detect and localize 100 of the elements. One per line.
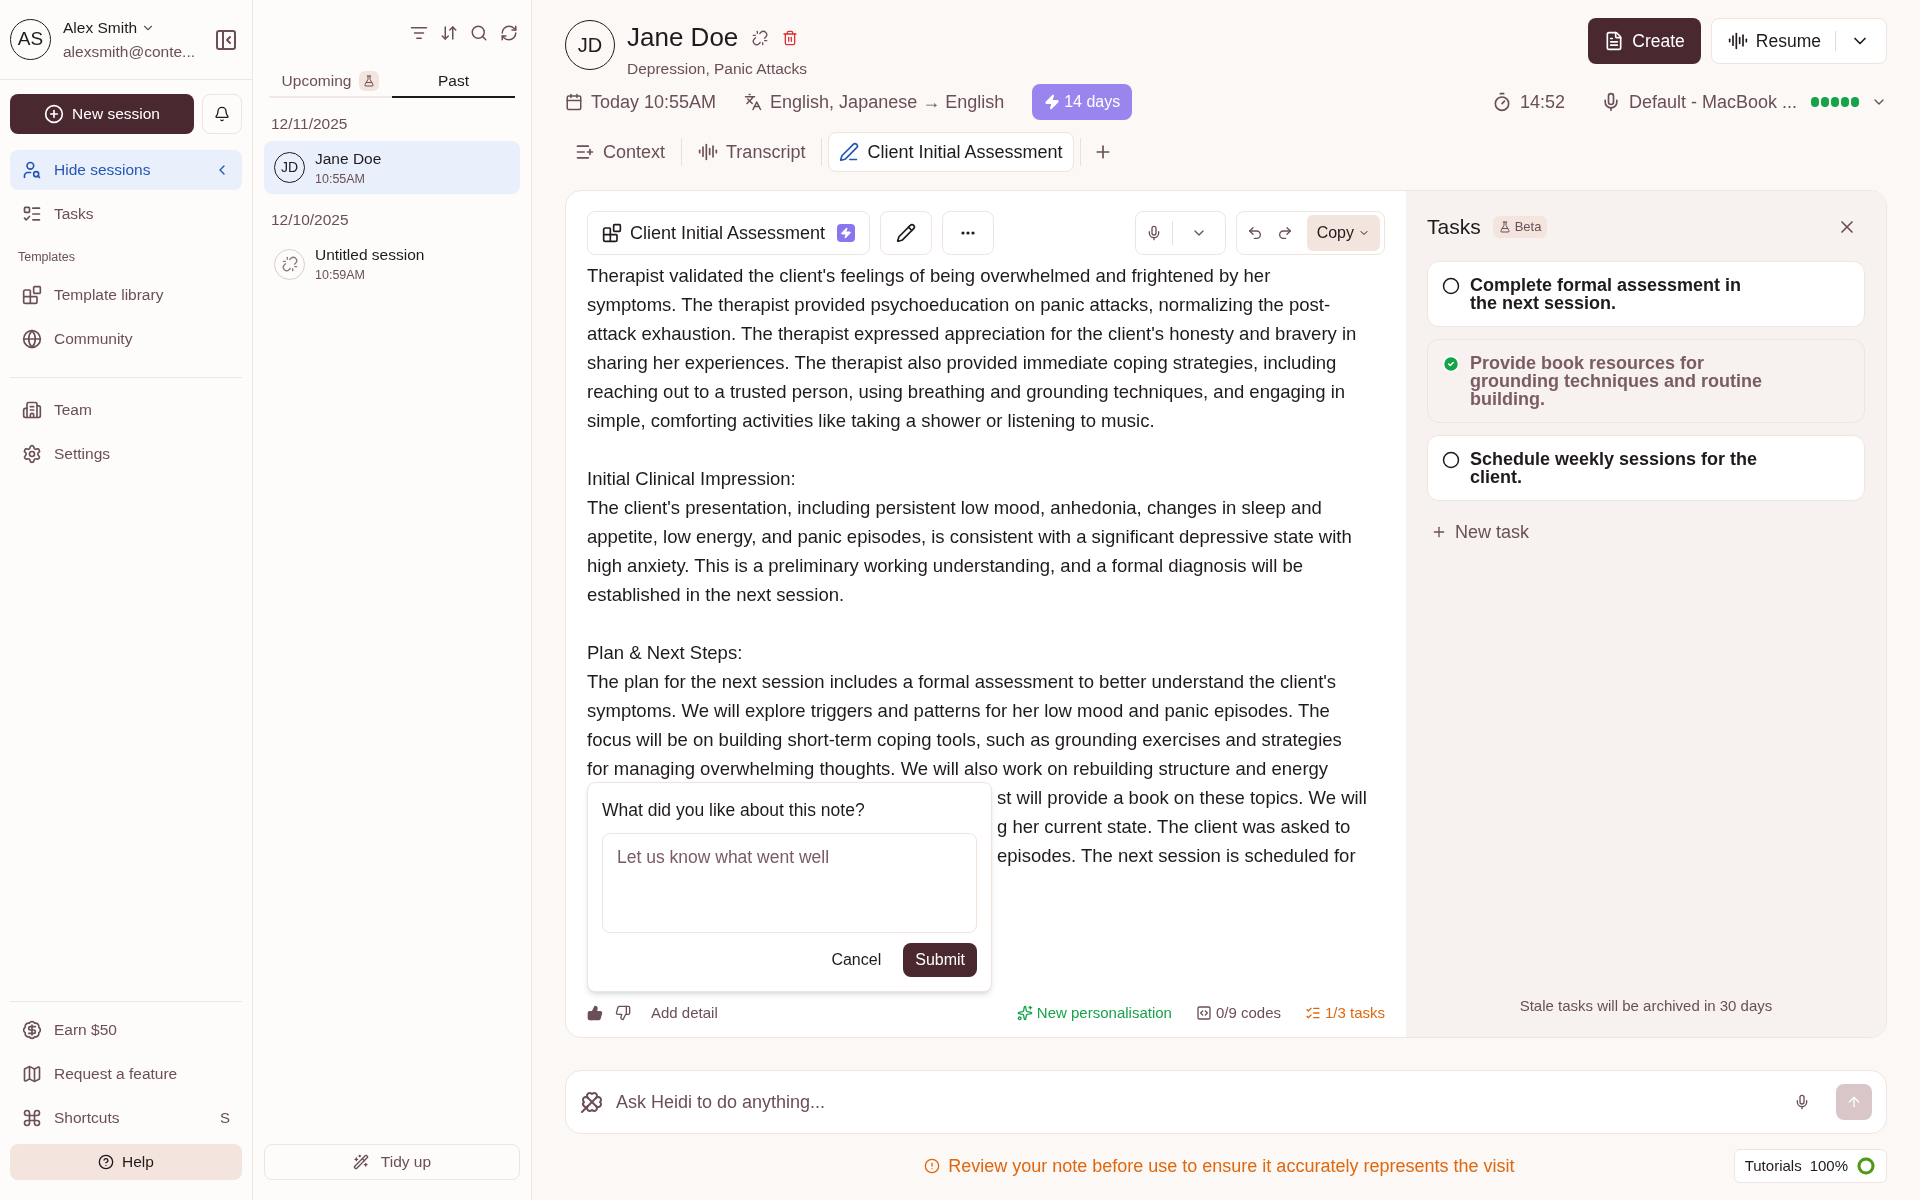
- tasks-count-button[interactable]: 1/3 tasks: [1304, 1002, 1385, 1025]
- note-line: symptoms. The therapist provided psychoeducation on panic attacks, normalizing the post-: [587, 293, 1331, 318]
- beta-badge: Beta: [1492, 216, 1548, 238]
- dollar-badge-icon: [22, 1020, 42, 1040]
- template-button[interactable]: Client Initial Assessment: [587, 211, 871, 256]
- note-line: established in the next session.: [587, 583, 845, 608]
- languages-text: English, Japanese → English: [770, 90, 1005, 114]
- thumbs-up-icon: [587, 1005, 603, 1022]
- unlink-icon: [752, 29, 769, 46]
- note-line: focus will be on building short-term coping tools, such as grounding exercises and strategies: [587, 728, 1342, 753]
- voice-input-button[interactable]: [1794, 1094, 1810, 1111]
- code-icon: [1195, 1005, 1212, 1022]
- sidebar-item[interactable]: Template library: [10, 274, 242, 315]
- beta-badge: [359, 71, 380, 91]
- search-button[interactable]: [470, 24, 488, 42]
- note-tab[interactable]: Client Initial Assessment: [828, 132, 1074, 173]
- redo-button[interactable]: [1276, 225, 1293, 242]
- bell-icon: [214, 106, 230, 122]
- notifications-button[interactable]: [202, 94, 242, 134]
- create-button[interactable]: Create: [1588, 18, 1701, 64]
- calendar-icon: [565, 93, 583, 112]
- note-line: The plan for the next session includes a formal assessment to better understand the client's: [587, 670, 1337, 695]
- checklist-icon: [22, 204, 42, 224]
- session-item[interactable]: Untitled session 10:59AM: [264, 237, 520, 291]
- sidebar-item[interactable]: Request a feature: [10, 1054, 242, 1094]
- shortcut-key: S: [220, 1106, 230, 1130]
- note-line: symptoms. We will explore triggers and patterns for her low mood and panic episodes. The: [587, 699, 1330, 724]
- document-icon: [1604, 31, 1625, 51]
- magic-wand-icon: [352, 1154, 369, 1170]
- audio-lines-icon: [698, 142, 719, 163]
- lightning-badge: [837, 224, 856, 243]
- ask-input[interactable]: Ask Heidi to do anything...: [616, 1088, 1782, 1116]
- codes-button[interactable]: 0/9 codes: [1195, 1002, 1281, 1025]
- redo-icon: [1276, 225, 1293, 242]
- note-line: g her current state. The client was asked to: [997, 815, 1351, 840]
- plus-circle-icon: [44, 104, 65, 124]
- timer-text: 14:52: [1519, 90, 1565, 114]
- sidebar-item[interactable]: Team: [10, 389, 242, 430]
- tasks-footer-text: Stale tasks will be archived in 30 days: [1519, 995, 1773, 1016]
- progress-ring-icon: [1856, 1156, 1876, 1177]
- note-line: Initial Clinical Impression:: [587, 467, 796, 492]
- sidebar-item[interactable]: Earn $50: [10, 1010, 242, 1050]
- note-line: simple, comforting activities like taking a shower or listening to music.: [587, 409, 1155, 434]
- new-session-button[interactable]: New session: [10, 94, 194, 134]
- filter-button[interactable]: [410, 24, 428, 42]
- task-text: Provide book resources for grounding techniques and routine building.: [1470, 353, 1763, 408]
- pen-icon: [839, 142, 860, 163]
- note-line: st will provide a book on these topics. We will: [997, 786, 1367, 811]
- thumbs-up-button[interactable]: [587, 1005, 603, 1022]
- note-line: sharing her experiences. The therapist also provided immediate coping strategies, including: [587, 351, 1337, 376]
- task-checkbox[interactable]: [1442, 276, 1460, 295]
- tidy-up-button[interactable]: Tidy up: [264, 1144, 520, 1180]
- note-line: reaching out to a trusted person, using breathing and grounding techniques, and engaging in: [587, 380, 1346, 405]
- patient-avatar: JD: [565, 20, 615, 70]
- add-detail-button[interactable]: Add detail: [651, 1002, 718, 1025]
- ask-field[interactable]: Ask Heidi to do anything...: [565, 1070, 1887, 1135]
- session-tab[interactable]: Upcoming: [269, 66, 392, 98]
- submit-button[interactable]: Submit: [903, 943, 977, 978]
- clover-icon: [580, 1090, 604, 1115]
- sparkles-icon: [1016, 1005, 1033, 1022]
- resume-button[interactable]: Resume: [1710, 18, 1887, 64]
- undo-button[interactable]: [1246, 225, 1263, 242]
- help-button[interactable]: Help: [10, 1144, 242, 1180]
- undo-icon: [1246, 225, 1263, 242]
- blocks-icon: [22, 284, 42, 305]
- thumbs-down-icon: [615, 1005, 631, 1022]
- audio-lines-icon: [1727, 31, 1748, 51]
- note-tab[interactable]: Context: [565, 132, 676, 173]
- note-line: attack exhaustion. The therapist expressed appreciation for the client's honesty and bravery in: [587, 322, 1357, 347]
- copy-button[interactable]: Copy: [1306, 215, 1380, 252]
- session-tab[interactable]: Past: [392, 66, 515, 98]
- edit-button[interactable]: [880, 211, 933, 256]
- note-line: for managing overwhelming thoughts. We will also work on rebuilding structure and energy: [587, 757, 1329, 782]
- sidebar-item[interactable]: Settings: [10, 433, 242, 474]
- session-item[interactable]: JD Jane Doe 10:55AM: [264, 141, 520, 195]
- note-tab[interactable]: Transcript: [688, 132, 816, 173]
- help-icon: [98, 1154, 115, 1170]
- task-text: Complete formal assessment in the next session.: [1470, 275, 1743, 312]
- ellipsis-icon: [961, 231, 976, 236]
- sort-icon: [440, 24, 458, 42]
- sidebar-item[interactable]: Hide sessions: [10, 150, 242, 190]
- sidebar-item[interactable]: Tasks: [10, 194, 242, 234]
- sort-button[interactable]: [440, 24, 458, 42]
- refresh-button[interactable]: [500, 24, 518, 42]
- tutorials-button[interactable]: Tutorials 100%: [1733, 1149, 1887, 1184]
- command-icon: [22, 1108, 42, 1128]
- alert-icon: [924, 1158, 941, 1175]
- sidebar-item[interactable]: Shortcuts S: [10, 1098, 242, 1138]
- tasks-title: Tasks: [1427, 214, 1481, 241]
- microphone-name: Default - MacBook ...: [1628, 90, 1797, 114]
- task-checkbox[interactable]: [1442, 450, 1460, 469]
- sidebar-item[interactable]: Community: [10, 318, 242, 359]
- note-line: Therapist validated the client's feelings of being overwhelmed and frightened by her: [587, 264, 1271, 289]
- new-task-button[interactable]: New task: [1427, 518, 1534, 546]
- task-text: Schedule weekly sessions for the client.: [1470, 449, 1759, 486]
- thumbs-down-button[interactable]: [615, 1005, 631, 1022]
- cancel-button[interactable]: Cancel: [819, 943, 894, 978]
- days-badge: 14 days: [1032, 84, 1133, 121]
- filter-icon: [410, 24, 428, 42]
- feedback-field[interactable]: Let us know what went well: [602, 833, 977, 934]
